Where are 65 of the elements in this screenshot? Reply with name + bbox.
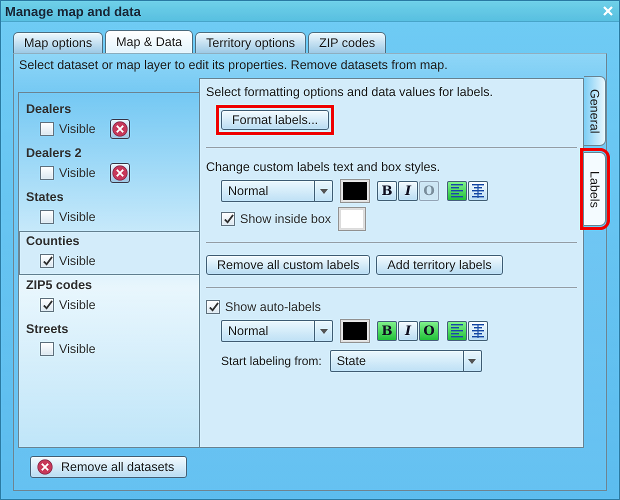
- layer-name: States: [26, 190, 65, 204]
- field-label: Start labeling from:: [221, 354, 322, 368]
- color-picker[interactable]: [341, 320, 369, 342]
- layer-item[interactable]: Streets Visible: [19, 319, 200, 363]
- section-text: Change custom labels text and box styles.: [206, 160, 442, 174]
- tab[interactable]: ZIP codes: [308, 32, 386, 53]
- checkbox-label: Visible: [59, 342, 96, 356]
- checkbox[interactable]: [40, 254, 54, 268]
- checkbox[interactable]: [221, 212, 235, 226]
- layer-item[interactable]: States Visible: [19, 187, 200, 231]
- side-tab[interactable]: General: [584, 76, 606, 146]
- style-dropdown[interactable]: Normal: [221, 180, 333, 202]
- layer-item[interactable]: Counties Visible: [19, 231, 200, 275]
- layer-name: Dealers 2: [26, 146, 83, 160]
- checkbox-label: Visible: [59, 166, 96, 180]
- layer-name: ZIP5 codes: [26, 278, 93, 292]
- italic-toggle[interactable]: I: [398, 321, 418, 341]
- style-dropdown[interactable]: Normal: [221, 320, 333, 342]
- checkbox-label: Visible: [59, 210, 96, 224]
- layer-name: Counties: [26, 234, 80, 248]
- checkbox-label: Show inside box: [240, 212, 332, 226]
- layer-item[interactable]: Dealers 2 Visible: [19, 143, 200, 187]
- caret-icon: [320, 328, 328, 334]
- checkbox[interactable]: [40, 342, 54, 356]
- checkbox-label: Visible: [59, 298, 96, 312]
- action-button[interactable]: Add territory labels: [376, 255, 503, 275]
- close-icon: [37, 459, 53, 475]
- tab[interactable]: Map options: [13, 32, 104, 53]
- remove-button[interactable]: [110, 163, 130, 183]
- checkbox-label: Visible: [59, 122, 96, 136]
- layer-name: Dealers: [26, 102, 72, 116]
- align-center-button[interactable]: [468, 181, 488, 201]
- align-center-button[interactable]: [468, 321, 488, 341]
- checkbox[interactable]: [40, 122, 54, 136]
- align-left-button[interactable]: [447, 181, 467, 201]
- color-picker[interactable]: [341, 180, 369, 202]
- align-left-button[interactable]: [447, 321, 467, 341]
- tab[interactable]: Territory options: [195, 32, 306, 53]
- section-text: Select formatting options and data values for labels.: [206, 85, 494, 99]
- outline-toggle[interactable]: O: [419, 321, 439, 341]
- close-icon: [112, 165, 128, 181]
- start-dropdown[interactable]: State: [330, 350, 482, 372]
- layer-item[interactable]: ZIP5 codes Visible: [19, 275, 200, 319]
- caret-icon: [320, 188, 328, 194]
- remove-button[interactable]: [110, 119, 130, 139]
- bold-toggle[interactable]: B: [377, 321, 397, 341]
- instructions-text: Select dataset or map layer to edit its properties. Remove datasets from map.: [18, 57, 449, 74]
- window-title: Manage map and data: [5, 4, 141, 18]
- layer-item[interactable]: Dealers Visible: [19, 99, 200, 143]
- checkbox-label: Show auto-labels: [225, 300, 321, 314]
- layer-name: Streets: [26, 322, 70, 336]
- italic-toggle[interactable]: I: [398, 181, 418, 201]
- color-picker[interactable]: [339, 208, 366, 230]
- action-button[interactable]: Remove all custom labels: [206, 255, 370, 275]
- tab[interactable]: Map & Data: [105, 30, 194, 53]
- format-labels-button[interactable]: Format labels...: [221, 110, 330, 130]
- caret-icon: [468, 358, 476, 364]
- checkbox[interactable]: [40, 298, 54, 312]
- remove-all-datasets-button[interactable]: Remove all datasets: [30, 456, 188, 478]
- close-icon: [112, 121, 128, 137]
- checkbox[interactable]: [206, 300, 220, 314]
- bold-toggle[interactable]: B: [377, 181, 397, 201]
- checkbox[interactable]: [40, 166, 54, 180]
- checkbox-label: Visible: [59, 254, 96, 268]
- checkbox[interactable]: [40, 210, 54, 224]
